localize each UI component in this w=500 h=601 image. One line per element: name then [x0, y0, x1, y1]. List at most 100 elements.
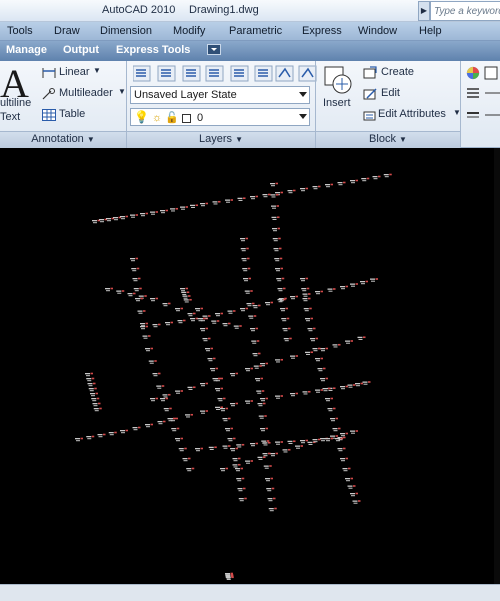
search-input[interactable] [430, 1, 500, 21]
drawing-annotation-mark [162, 302, 171, 307]
drawing-annotation-mark [340, 457, 348, 462]
drawing-annotation-mark [152, 323, 161, 328]
drawing-annotation-mark [290, 355, 298, 359]
drawing-annotation-mark [150, 397, 158, 402]
drawing-annotation-mark [310, 337, 318, 342]
layer-dropdown[interactable]: 💡 ☼ 🔓 0 [130, 108, 310, 126]
drawing-annotation-mark [152, 372, 161, 377]
menu-express[interactable]: Express [302, 25, 342, 37]
drawing-annotation-mark [357, 336, 366, 340]
drawing-annotation-mark [187, 386, 196, 390]
edit-attributes-label[interactable]: Edit Attributes [378, 108, 446, 120]
drawing-annotation-mark [350, 283, 358, 287]
drawing-annotation-mark [131, 267, 140, 272]
menu-parametric[interactable]: Parametric [229, 25, 282, 37]
title-bar: AutoCAD 2010 Drawing1.dwg ▶ [0, 0, 500, 22]
menu-draw[interactable]: Draw [54, 25, 80, 37]
drawing-annotation-mark [236, 443, 245, 448]
insert-label[interactable]: Insert [323, 97, 351, 109]
layers-panel-footer[interactable]: Layers ▼ [127, 131, 315, 148]
drawing-annotation-mark [250, 195, 258, 200]
linear-dropdown-icon[interactable]: ▼ [93, 66, 101, 75]
ribbon-minimize-button[interactable] [207, 44, 221, 55]
multiline-text-label-2[interactable]: Text [0, 111, 20, 123]
drawing-annotation-mark [325, 183, 333, 188]
drawing-annotation-mark [240, 237, 248, 242]
table-label[interactable]: Table [59, 108, 85, 120]
drawing-annotation-mark [248, 315, 257, 319]
drawing-annotation-mark [200, 202, 208, 207]
drawing-annotation-mark [237, 197, 246, 201]
drawing-annotation-mark [227, 310, 236, 314]
tab-output[interactable]: Output [63, 44, 99, 56]
insert-block-icon[interactable] [322, 64, 354, 96]
create-block-icon[interactable] [362, 66, 378, 80]
drawing-annotation-mark [202, 337, 211, 342]
drawing-annotation-mark [156, 385, 165, 389]
drawing-annotation-mark [257, 402, 266, 407]
drawing-annotation-mark [140, 322, 148, 327]
drawing-annotation-mark [340, 285, 348, 290]
drawing-annotation-mark [182, 457, 191, 462]
drawing-annotation-mark [253, 365, 262, 369]
table-icon[interactable] [41, 108, 57, 122]
menu-modify[interactable]: Modify [173, 25, 205, 37]
menu-tools[interactable]: Tools [7, 25, 33, 37]
drawing-annotation-mark [263, 465, 272, 469]
multileader-label[interactable]: Multileader [59, 87, 113, 99]
edit-block-icon[interactable] [362, 87, 378, 101]
expand-search-icon[interactable]: ▶ [418, 1, 430, 21]
menu-help[interactable]: Help [419, 25, 442, 37]
tab-manage[interactable]: Manage [6, 44, 47, 56]
menu-dimension[interactable]: Dimension [100, 25, 152, 37]
linear-label[interactable]: Linear [59, 66, 90, 78]
drawing-annotation-mark [227, 437, 236, 442]
drawing-annotation-mark [187, 312, 196, 317]
drawing-annotation-mark [130, 214, 138, 218]
drawing-annotation-mark [302, 297, 311, 302]
block-panel-footer[interactable]: Block ▼ [316, 131, 460, 148]
drawing-annotation-mark [370, 278, 378, 282]
drawing-annotation-mark [281, 317, 290, 322]
drawing-annotation-mark [303, 307, 312, 312]
app-title: AutoCAD 2010 [102, 4, 176, 16]
drawing-annotation-mark [275, 395, 283, 399]
multileader-icon[interactable] [41, 87, 57, 101]
drawing-annotation-mark [325, 437, 333, 442]
drawing-annotation-mark [212, 200, 221, 205]
multiline-text-label[interactable]: ultiline [0, 97, 31, 109]
drawing-annotation-mark [290, 295, 298, 300]
drawing-contents [75, 173, 392, 580]
drawing-annotation-mark [108, 431, 117, 436]
tab-express-tools[interactable]: Express Tools [116, 44, 190, 56]
drawing-annotation-mark [225, 427, 233, 432]
drawing-annotation-mark [230, 447, 238, 452]
drawing-annotation-mark [140, 325, 148, 330]
drawing-annotation-mark [178, 447, 187, 452]
drawing-annotation-mark [327, 407, 336, 412]
layer-state-dropdown[interactable]: Unsaved Layer State [130, 86, 310, 104]
drawing-annotation-mark [267, 497, 276, 502]
drawing-annotation-mark [200, 410, 208, 414]
drawing-annotation-mark [180, 206, 188, 210]
vertical-scrollbar[interactable] [494, 148, 500, 584]
multileader-dropdown-icon[interactable]: ▼ [118, 87, 126, 96]
drawing-annotation-mark [222, 322, 231, 327]
drawing-annotation-mark [350, 179, 358, 184]
panel-expand-icon: ▼ [86, 135, 95, 144]
linear-dimension-icon[interactable] [41, 66, 57, 80]
drawing-annotation-mark [282, 448, 291, 453]
create-label[interactable]: Create [381, 66, 414, 78]
edit-label[interactable]: Edit [381, 87, 400, 99]
drawing-annotation-mark [262, 452, 271, 457]
drawing-annotation-mark [360, 280, 368, 285]
drawing-annotation-mark [271, 216, 280, 220]
edit-attributes-icon[interactable] [362, 108, 378, 122]
drawing-annotation-mark [232, 457, 241, 462]
drawing-canvas[interactable] [0, 148, 500, 584]
drawing-annotation-mark [185, 413, 193, 418]
drawing-annotation-mark [250, 442, 258, 447]
annotation-panel-footer[interactable]: Annotation ▼ [0, 131, 126, 148]
layer-color-swatch [181, 113, 191, 123]
menu-window[interactable]: Window [358, 25, 397, 37]
